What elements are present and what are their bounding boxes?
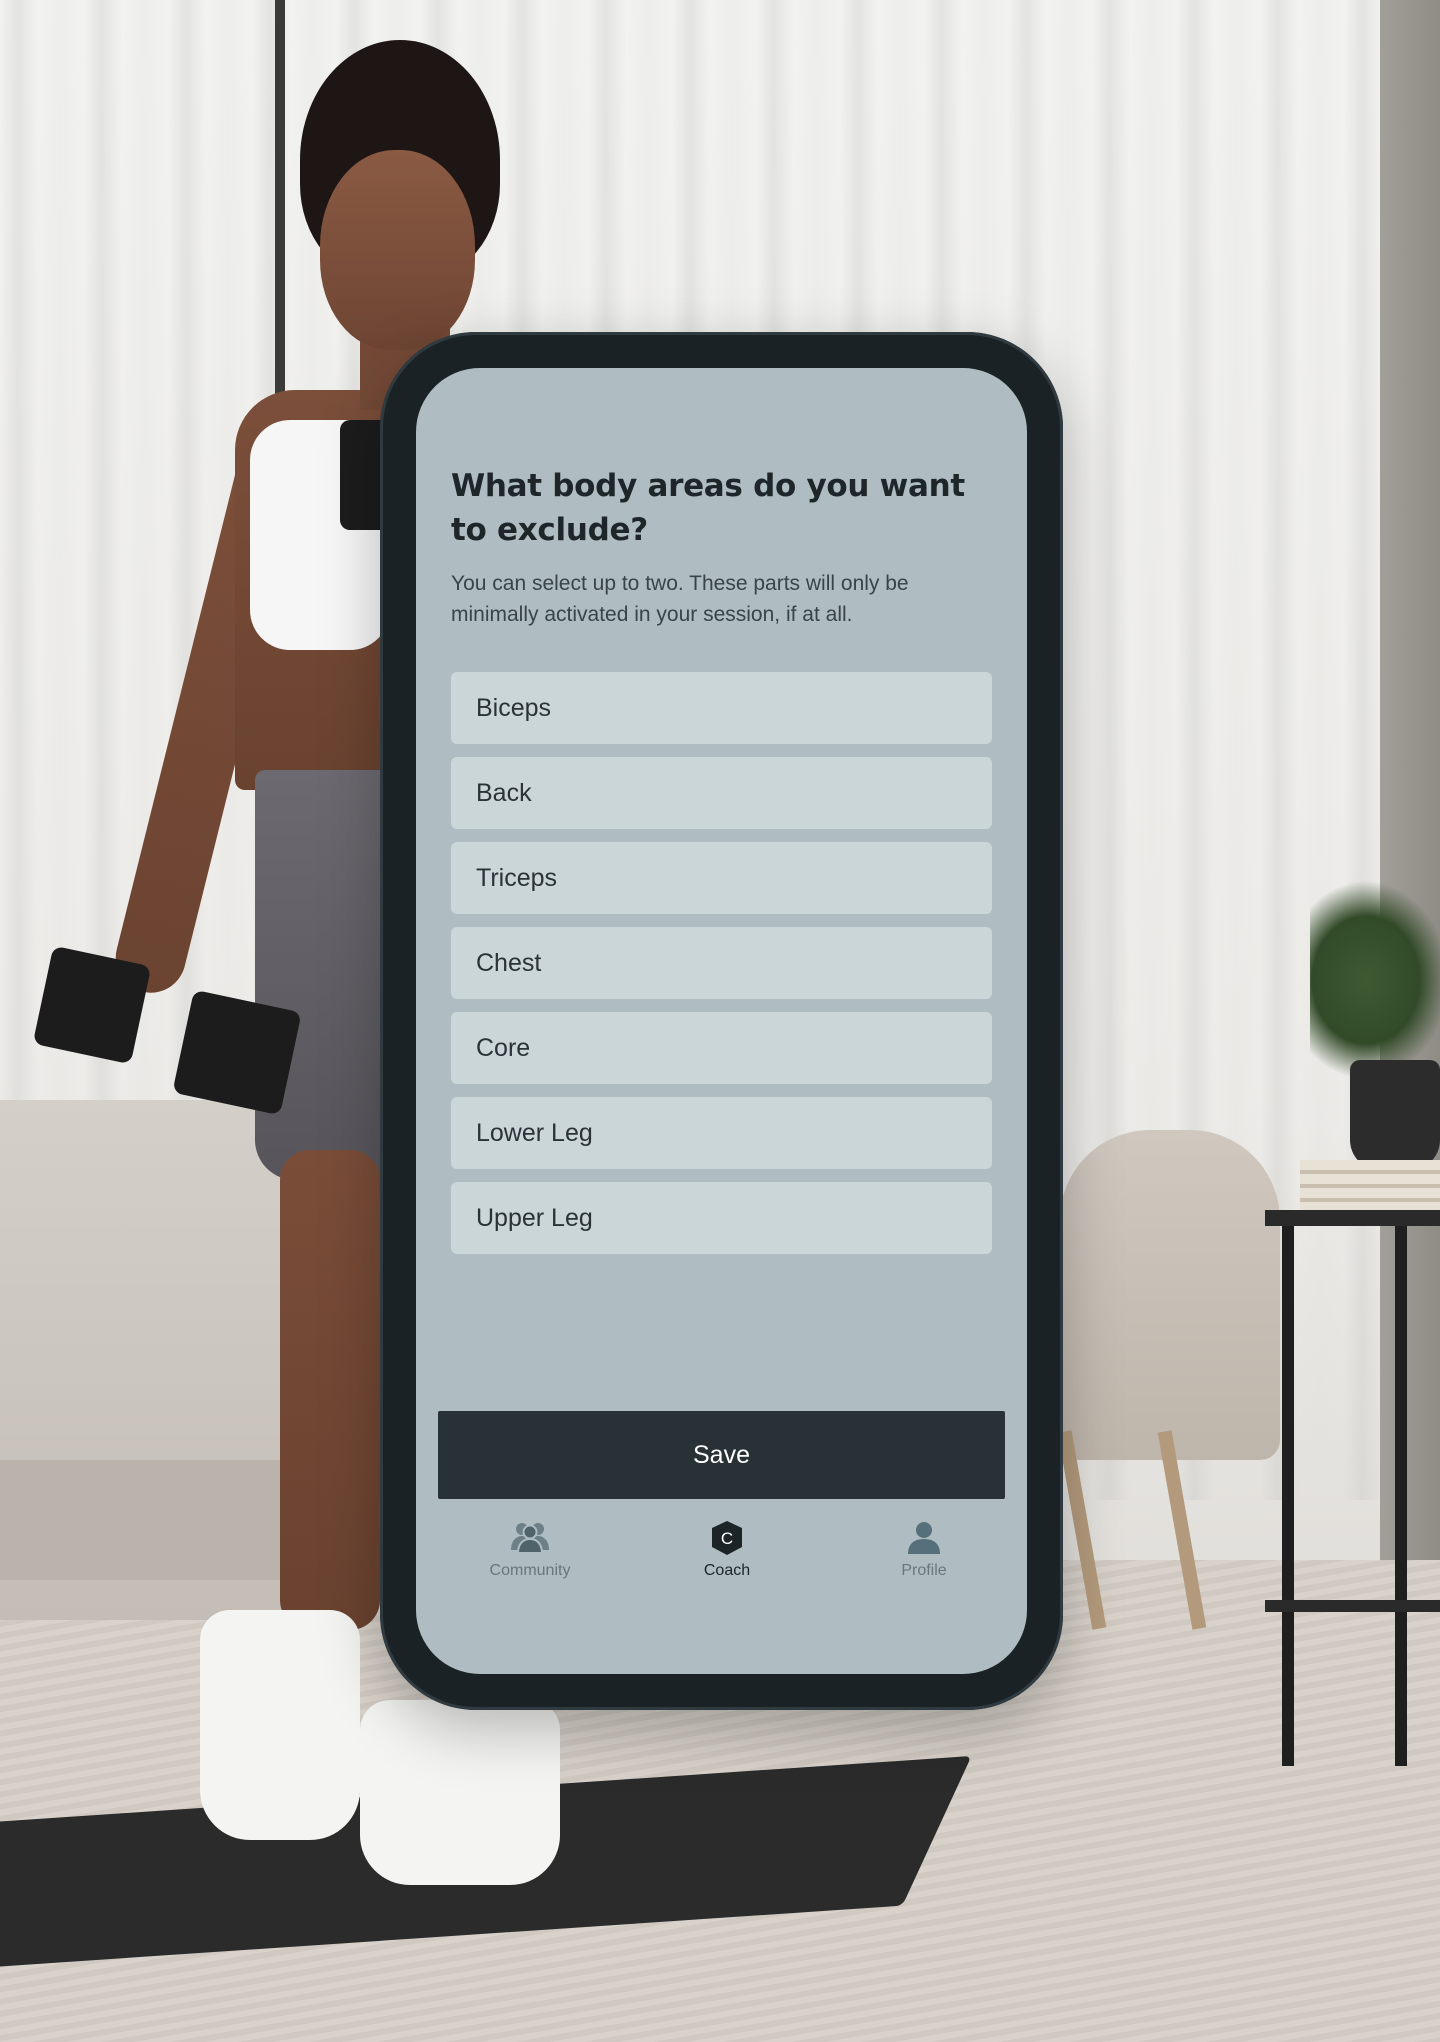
option-label: Core <box>476 1033 531 1062</box>
app-screen: What body areas do you want to exclude? … <box>416 368 1027 1674</box>
books <box>1300 1160 1440 1210</box>
dumbbell <box>32 945 152 1065</box>
option-label: Lower Leg <box>476 1118 593 1147</box>
option-label: Chest <box>476 948 542 977</box>
option-label: Upper Leg <box>476 1203 593 1232</box>
option-biceps[interactable]: Biceps <box>451 672 992 744</box>
bottom-tab-bar: Community C Coach Profile <box>416 1520 1027 1600</box>
wall-pillar <box>1380 0 1440 1560</box>
side-table-leg <box>1395 1226 1407 1766</box>
armchair <box>1060 1130 1280 1460</box>
person-sock <box>360 1700 560 1885</box>
coach-icon-letter: C <box>721 1529 733 1548</box>
community-icon <box>511 1523 549 1554</box>
save-button[interactable]: Save <box>438 1411 1005 1499</box>
question-subtitle: You can select up to two. These parts wi… <box>451 572 909 626</box>
option-core[interactable]: Core <box>451 1012 992 1084</box>
option-label: Biceps <box>476 693 552 722</box>
option-upper-leg[interactable]: Upper Leg <box>451 1182 992 1254</box>
body-area-options: Biceps Back Triceps Chest Core Lower Leg… <box>451 672 992 1267</box>
side-table <box>1265 1210 1440 1226</box>
option-label: Back <box>476 778 532 807</box>
tab-community[interactable]: Community <box>450 1520 610 1580</box>
coach-icon: C <box>712 1521 742 1555</box>
phone-frame: What body areas do you want to exclude? … <box>380 332 1063 1710</box>
option-back[interactable]: Back <box>451 757 992 829</box>
profile-icon <box>908 1522 940 1554</box>
person-leg <box>280 1150 380 1630</box>
plant <box>1310 880 1440 1080</box>
question-title: What body areas do you want to exclude? <box>451 468 965 548</box>
tab-label: Coach <box>703 1562 751 1579</box>
option-label: Triceps <box>476 863 558 892</box>
plant-pot <box>1350 1060 1440 1170</box>
person-face <box>320 150 475 350</box>
side-table-shelf <box>1265 1600 1440 1612</box>
side-table-leg <box>1282 1226 1294 1766</box>
tab-profile[interactable]: Profile <box>844 1520 1004 1580</box>
person-sock <box>200 1610 360 1840</box>
option-lower-leg[interactable]: Lower Leg <box>451 1097 992 1169</box>
dumbbell <box>172 989 302 1116</box>
option-triceps[interactable]: Triceps <box>451 842 992 914</box>
tab-label: Profile <box>901 1562 947 1579</box>
tab-coach[interactable]: C Coach <box>647 1520 807 1580</box>
tab-label: Community <box>489 1562 571 1579</box>
option-chest[interactable]: Chest <box>451 927 992 999</box>
